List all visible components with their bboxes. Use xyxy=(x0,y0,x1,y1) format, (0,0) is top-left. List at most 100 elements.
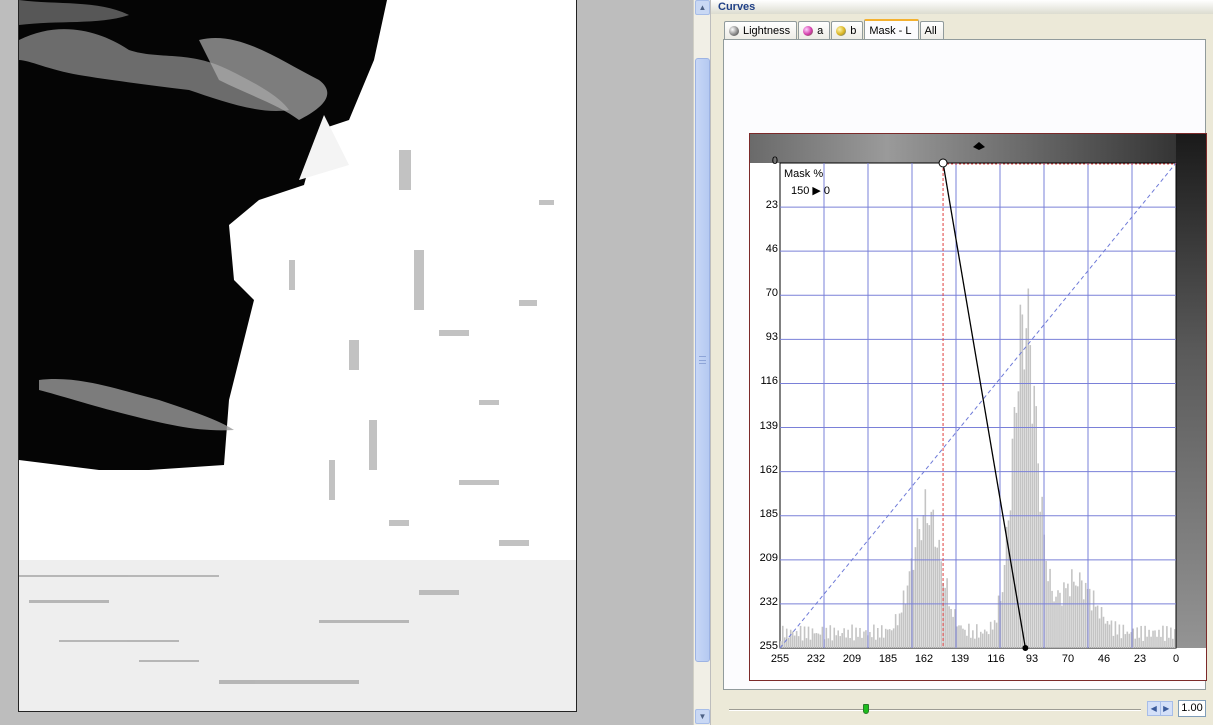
zoom-slider-thumb[interactable] xyxy=(863,704,869,714)
scroll-up-button[interactable]: ▲ xyxy=(695,0,710,15)
x-tick-label: 255 xyxy=(770,653,790,665)
histogram-bar xyxy=(819,634,822,648)
curves-panel: Curves Lightness a b Mask - L All 0 23 4… xyxy=(711,0,1213,725)
histogram-bar xyxy=(912,569,915,648)
zoom-stepper[interactable]: ◀ ▶ xyxy=(1147,701,1173,716)
chevron-right-icon[interactable]: ▶ xyxy=(1161,702,1173,715)
y-tick-label: 162 xyxy=(759,463,778,476)
histogram-bar xyxy=(995,622,998,648)
histogram-bar xyxy=(1158,629,1160,648)
y-tick-label: 116 xyxy=(760,375,778,388)
x-tick-label: 139 xyxy=(950,653,970,665)
curve-graph[interactable] xyxy=(750,134,1206,680)
histogram-bar xyxy=(916,517,919,648)
histogram-bar xyxy=(1096,605,1099,648)
histogram-bar xyxy=(930,511,933,648)
histogram-bar xyxy=(815,633,818,648)
histogram-bar xyxy=(801,640,804,648)
histogram-bar xyxy=(1116,634,1119,648)
zoom-value-field[interactable]: 1.00 xyxy=(1178,700,1206,717)
histogram-bar xyxy=(1100,607,1103,648)
curve-editor[interactable]: 0 23 46 70 93 116 139 162 185 209 232 255 255 232 209… xyxy=(749,133,1207,681)
histogram-bar xyxy=(1077,586,1079,648)
histogram-bar xyxy=(1132,628,1135,648)
histogram-bar xyxy=(940,561,942,648)
histogram-bar xyxy=(962,628,964,648)
histogram-bar xyxy=(936,547,938,648)
scroll-down-button[interactable]: ▼ xyxy=(695,709,710,724)
zoom-bar: ◀ ▶ 1.00 xyxy=(723,697,1206,724)
histogram-bar xyxy=(1166,626,1168,648)
x-tick-label: 185 xyxy=(878,653,898,665)
image-viewport[interactable] xyxy=(0,0,693,725)
histogram-bar xyxy=(1084,582,1087,648)
histogram-bar xyxy=(855,627,857,648)
histogram-bar xyxy=(1009,510,1012,648)
histogram-bar xyxy=(831,640,834,648)
histogram-bar xyxy=(1082,599,1085,648)
histogram-bar xyxy=(987,634,990,648)
histogram-bar xyxy=(1154,630,1156,648)
histogram-bar xyxy=(1039,511,1041,648)
histogram-bar xyxy=(825,627,828,648)
histogram-bar xyxy=(918,529,921,648)
curve-control-point[interactable] xyxy=(938,158,948,168)
histogram-bar xyxy=(968,623,970,648)
mask-value: 150 ▶ 0 xyxy=(791,185,831,197)
histogram-bar xyxy=(991,629,994,648)
histogram-bar xyxy=(964,629,966,648)
histogram-bar xyxy=(1019,304,1022,648)
histogram-bar xyxy=(1148,629,1150,648)
x-tick-label: 46 xyxy=(1097,653,1111,665)
histogram-bar xyxy=(1136,627,1138,648)
x-tick-label: 162 xyxy=(914,653,934,665)
x-tick-label: 93 xyxy=(1025,653,1039,665)
tab-lightness[interactable]: Lightness xyxy=(724,21,798,40)
tab-all[interactable]: All xyxy=(919,21,944,40)
histogram-bar xyxy=(1108,624,1111,648)
histogram-bar xyxy=(821,626,824,648)
histogram-bar xyxy=(1053,601,1055,648)
y-tick-label: 209 xyxy=(759,551,778,564)
histogram-bar xyxy=(1172,638,1174,648)
histogram-bar xyxy=(1015,412,1018,648)
histogram-bar xyxy=(946,578,948,648)
histogram-bar xyxy=(1041,496,1043,648)
chevron-left-icon[interactable]: ◀ xyxy=(1148,702,1161,715)
histogram-bar xyxy=(1152,630,1154,648)
y-tick-label: 70 xyxy=(765,287,778,300)
curve-control-point[interactable] xyxy=(1022,645,1029,651)
histogram-bar xyxy=(989,621,992,648)
histogram-bar xyxy=(1126,631,1129,648)
scrollbar-thumb[interactable] xyxy=(695,58,710,662)
histogram-bar xyxy=(827,638,830,648)
histogram-bar xyxy=(976,624,978,648)
histogram-bar xyxy=(896,625,899,648)
y-tick-label: 185 xyxy=(759,507,778,520)
histogram-bar xyxy=(1059,592,1061,648)
histogram-bar xyxy=(813,633,816,648)
histogram-bar xyxy=(1168,637,1170,648)
grip-icon xyxy=(699,356,706,364)
histogram-bar xyxy=(1094,606,1097,648)
tab-mask-l[interactable]: Mask - L xyxy=(864,19,919,40)
histogram-bar xyxy=(785,628,788,648)
tab-label: b xyxy=(850,25,857,37)
histogram-bar xyxy=(807,626,810,648)
histogram-bar xyxy=(928,525,931,648)
histogram-bar xyxy=(1051,590,1053,648)
histogram-bar xyxy=(835,635,838,648)
histogram-bar xyxy=(1023,369,1026,648)
mask-label: Mask % xyxy=(784,168,824,180)
x-tick-label: 232 xyxy=(806,653,826,665)
histogram-bar xyxy=(1120,638,1123,648)
histogram-bar xyxy=(1005,526,1008,648)
y-tick-label: 255 xyxy=(759,640,778,652)
histogram-bar xyxy=(803,626,806,648)
zoom-slider-track[interactable] xyxy=(729,709,1141,711)
histogram-bar xyxy=(970,637,972,648)
histogram-bar xyxy=(985,631,988,648)
vertical-scrollbar[interactable]: ▲ ▼ xyxy=(693,0,710,725)
tab-b[interactable]: b xyxy=(831,21,864,40)
tab-a[interactable]: a xyxy=(798,21,831,40)
